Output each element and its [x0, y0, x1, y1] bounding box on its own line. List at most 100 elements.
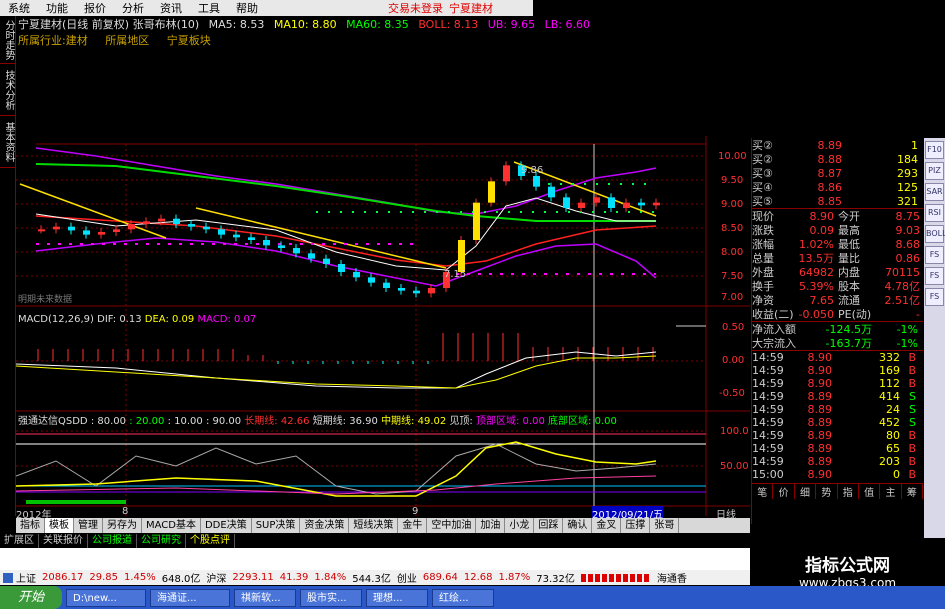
menu-quote[interactable]: 报价 [76, 0, 114, 16]
taskbar-task[interactable]: D:\new... [66, 588, 147, 607]
indicator-tab[interactable]: 金牛 [398, 518, 428, 533]
tab-fundamental[interactable]: 基本资料 [0, 116, 16, 168]
menu-stock-name: 宁夏建材 [449, 2, 493, 15]
tick-row: 14:59 8.89 80 B [752, 429, 916, 442]
side-tool-icon[interactable]: FS [925, 267, 944, 285]
taskbar-task[interactable]: 理想... [366, 588, 429, 607]
svg-text:9.50: 9.50 [721, 175, 743, 186]
date-month-9: 9 [412, 506, 419, 517]
order-book-row[interactable]: 买② 8.89 1 [752, 138, 923, 153]
svg-text:0.50: 0.50 [722, 322, 744, 333]
indicator-tab[interactable]: 资金决策 [300, 518, 350, 533]
indicator-tab[interactable]: DDE决策 [201, 518, 252, 533]
watermark: 指标公式网 www.zbgs3.com [750, 548, 945, 590]
industry-label: 所属行业:建材 [18, 34, 88, 47]
tick-row: 14:59 8.90 332 B [752, 351, 916, 364]
candle [98, 232, 105, 235]
indicator-tab[interactable]: 金叉 [592, 518, 622, 533]
side-tool-icon[interactable]: PIZ [925, 162, 944, 180]
chart-area[interactable]: 9.86 7.15 明期未来数据 10.00 9.50 9.00 8.50 8.… [16, 16, 750, 521]
indicator-tab[interactable]: MACD基本 [142, 518, 201, 533]
right-tab[interactable]: 值 [859, 484, 881, 499]
extension-tab[interactable]: 个股点评 [186, 534, 235, 548]
taskbar: 开始 D:\new... 海通证... 祺新软... 股市实... 理想... 红绘... [0, 586, 945, 609]
indicator-tab[interactable]: 张哥 [650, 518, 680, 533]
indicator-tab[interactable]: 加油 [476, 518, 506, 533]
candle [143, 221, 150, 224]
candle [653, 202, 660, 206]
sh-label[interactable]: 上证 [16, 570, 36, 585]
extension-tabs: 扩展区 关联报价 公司报道 公司研究 个股点评 [0, 534, 750, 548]
menu-info[interactable]: 资讯 [152, 0, 190, 16]
stock-info-line: 所属行业:建材 所属地区 宁夏板块 [18, 32, 225, 48]
market-bars [580, 573, 651, 582]
kline-chart[interactable]: 9.86 7.15 明期未来数据 10.00 9.50 9.00 8.50 8.… [16, 16, 750, 516]
indicator-tab[interactable]: SUP决策 [252, 518, 301, 533]
side-tool-icon[interactable]: BOLL [925, 225, 945, 243]
macd-header: MACD(12,26,9) DIF: 0.13 DEA: 0.09 MACD: … [18, 314, 257, 325]
indicator-tab[interactable]: 压撑 [621, 518, 651, 533]
menu-system[interactable]: 系统 [0, 0, 38, 16]
candle [218, 229, 225, 235]
sz-label[interactable]: 沪深 [206, 570, 226, 585]
quote-row: 总量 13.5万 量比 0.86 [752, 251, 920, 266]
side-tool-icon[interactable]: SAR [925, 183, 944, 201]
menu-analysis[interactable]: 分析 [114, 0, 152, 16]
side-tool-icon[interactable]: RSI [925, 204, 944, 222]
extension-tab[interactable]: 关联报价 [39, 534, 88, 548]
candle [293, 248, 300, 254]
indicator-tab[interactable]: 另存为 [103, 518, 142, 533]
taskbar-task[interactable]: 股市实... [300, 588, 363, 607]
candle [38, 229, 45, 232]
right-tab[interactable]: 主 [880, 484, 902, 499]
candle [308, 253, 315, 259]
order-book-row[interactable]: 买⑤ 8.85 321 [752, 194, 923, 209]
side-tool-icon[interactable]: F10 [925, 141, 944, 159]
indicator-tab[interactable]: 小龙 [505, 518, 535, 533]
flow-row: 净流入额 -124.5万 -1% [752, 322, 918, 337]
indicator-tab[interactable]: 短线决策 [349, 518, 399, 533]
chart-title: 宁夏建材(日线 前复权) 张哥布林(10) [18, 18, 200, 31]
menu-tools[interactable]: 工具 [190, 0, 228, 16]
date-month-8: 8 [122, 506, 129, 517]
indicator-tab[interactable]: 管理 [74, 518, 103, 533]
menu-bar: 系统 功能 报价 分析 资讯 工具 帮助 交易未登录 宁夏建材 [0, 0, 533, 16]
order-book-row[interactable]: 买③ 8.87 293 [752, 166, 923, 181]
tab-technical[interactable]: 技术分析 [0, 64, 16, 116]
tick-row: 15:00 8.90 0 B [752, 468, 916, 481]
extension-tab[interactable]: 公司研究 [137, 534, 186, 548]
blank-area [0, 548, 750, 570]
menu-function[interactable]: 功能 [38, 0, 76, 16]
right-tab[interactable]: 势 [816, 484, 838, 499]
indicator-tab[interactable]: 空中加油 [427, 518, 477, 533]
right-tab[interactable]: 笔 [752, 484, 774, 499]
broker-label[interactable]: 海通香 [657, 570, 687, 585]
menu-help[interactable]: 帮助 [228, 0, 266, 16]
tab-intraday[interactable]: 分时走势 [0, 16, 16, 64]
indicator-tab[interactable]: 确认 [563, 518, 593, 533]
side-tool-icon[interactable]: FS [925, 288, 944, 306]
right-tab[interactable]: 价 [773, 484, 795, 499]
start-button[interactable]: 开始 [0, 586, 63, 609]
taskbar-task[interactable]: 祺新软... [234, 588, 297, 607]
indicator-tab[interactable]: 模板 [45, 518, 74, 533]
candle [323, 258, 330, 264]
right-tab[interactable]: 细 [795, 484, 817, 499]
order-book-row[interactable]: 买② 8.88 184 [752, 152, 923, 167]
login-status[interactable]: 交易未登录 [388, 0, 449, 16]
extension-tab[interactable]: 扩展区 [0, 534, 39, 548]
candle [473, 202, 480, 240]
right-tab[interactable]: 筹 [902, 484, 923, 499]
right-tab[interactable]: 指 [838, 484, 859, 499]
qsdd-header: 强通达信QSDD : 80.00 : 20.00 : 10.00 : 90.00… [18, 416, 617, 427]
side-tool-icon[interactable]: FS [925, 246, 944, 264]
cy-label[interactable]: 创业 [397, 570, 417, 585]
taskbar-task[interactable]: 海通证... [150, 588, 231, 607]
quote-row: 换手 5.39% 股本 4.78亿 [752, 279, 920, 294]
extension-tab[interactable]: 公司报道 [88, 534, 137, 548]
candle [353, 272, 360, 278]
taskbar-task[interactable]: 红绘... [432, 588, 495, 607]
order-book-row[interactable]: 买④ 8.86 125 [752, 180, 923, 195]
indicator-tab[interactable]: 指标 [16, 518, 45, 533]
indicator-tab[interactable]: 回踩 [534, 518, 564, 533]
